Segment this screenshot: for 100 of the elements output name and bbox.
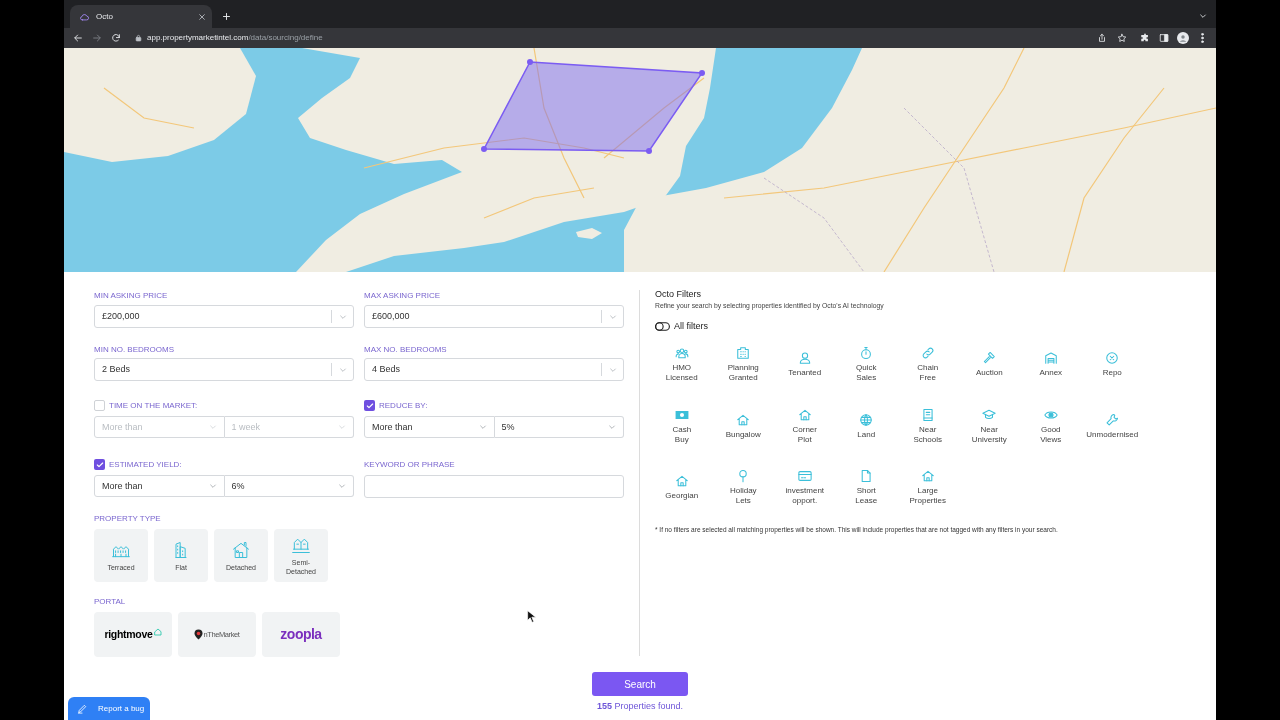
filter-option[interactable]: Bungalow: [725, 412, 761, 440]
house-icon: [674, 474, 689, 488]
house-icon: [797, 407, 812, 422]
select-field[interactable]: More than: [364, 416, 495, 438]
keyword-input[interactable]: [364, 475, 624, 498]
lock-icon: [135, 34, 142, 42]
stopwatch-icon: [859, 346, 874, 360]
filter-option[interactable]: Large Properties: [909, 469, 946, 506]
panel-title: Octo Filters: [655, 289, 702, 300]
share-icon[interactable]: [1097, 33, 1107, 43]
chevron-down-icon[interactable]: [1199, 12, 1207, 20]
avatar-icon[interactable]: [1177, 32, 1189, 44]
sidebar-icon[interactable]: [1159, 33, 1169, 43]
close-icon[interactable]: [198, 12, 206, 21]
field-label: MAX NO. BEDROOMS: [364, 345, 448, 355]
address-bar-url[interactable]: app.propertymarketintel.com/data/sourcing/define: [147, 33, 323, 43]
filter-option[interactable]: Short Lease: [855, 469, 878, 506]
checkbox[interactable]: [94, 400, 105, 411]
cloud-icon: [79, 11, 90, 22]
select-field[interactable]: £600,000: [364, 305, 624, 328]
link-icon: [920, 346, 935, 360]
close-circle-icon: [1105, 351, 1120, 365]
puzzle-icon[interactable]: [1140, 33, 1150, 43]
filter-option[interactable]: Annex: [1039, 351, 1063, 378]
filter-option[interactable]: Holiday Lets: [729, 469, 757, 506]
wrench-icon: [1105, 412, 1120, 427]
building-icon: [736, 346, 751, 360]
chevron-down-icon: [338, 482, 346, 490]
chevron-down-icon: [608, 423, 616, 431]
filter-option[interactable]: Georgian: [665, 474, 699, 501]
plus-icon[interactable]: [222, 12, 231, 21]
portal-option[interactable]: zoopla: [262, 612, 340, 657]
filter-option[interactable]: Auction: [975, 351, 1003, 378]
reload-icon[interactable]: [111, 33, 121, 43]
map-pin-icon: [194, 629, 204, 640]
chevron-down-icon: [478, 423, 487, 431]
filter-option[interactable]: Repo: [1102, 351, 1122, 378]
portal-option[interactable]: rightmove: [94, 612, 172, 657]
select-field[interactable]: 2 Beds: [94, 358, 354, 381]
house-icon: [736, 412, 751, 427]
house-outline-icon: [153, 628, 162, 636]
field-label: ESTIMATED YIELD:: [109, 459, 182, 470]
browser-tab[interactable]: Octo: [70, 5, 212, 28]
polygon-vertex-handle[interactable]: [527, 59, 533, 65]
checkbox[interactable]: [364, 400, 375, 411]
field-label: MIN ASKING PRICE: [94, 291, 169, 301]
select-field[interactable]: £200,000: [94, 305, 354, 328]
results-count: 155 Properties found.: [596, 700, 684, 712]
filter-option[interactable]: Near Schools: [913, 407, 942, 445]
graduation-cap-icon: [982, 407, 997, 422]
checkbox[interactable]: [94, 459, 105, 470]
section-label: PROPERTY TYPE: [94, 514, 162, 524]
filter-option[interactable]: Corner Plot: [792, 407, 817, 445]
chevron-down-icon: [609, 312, 617, 321]
select-field[interactable]: More than: [94, 475, 225, 497]
chevron-down-icon: [208, 482, 217, 490]
person-icon: [797, 351, 812, 365]
field-label: REDUCE BY:: [379, 400, 428, 411]
credit-card-icon: [797, 469, 812, 483]
filter-option[interactable]: Cash Buy: [672, 407, 692, 445]
filter-option[interactable]: Planning Granted: [727, 346, 759, 383]
house-icon: [230, 539, 252, 560]
toggle-label: All filters: [674, 320, 708, 332]
document-icon: [859, 469, 874, 483]
pencil-icon: [77, 703, 88, 714]
search-button[interactable]: Search: [592, 672, 688, 696]
chevron-down-icon: [208, 423, 217, 431]
filter-option[interactable]: HMO Licensed: [665, 346, 698, 383]
filter-option[interactable]: Near University: [971, 407, 1007, 445]
select-field[interactable]: 6%: [224, 475, 354, 497]
book-icon: [920, 407, 935, 422]
polygon-vertex-handle[interactable]: [481, 146, 487, 152]
filter-option[interactable]: Tenanted: [788, 351, 822, 378]
filter-option[interactable]: investment opport.: [785, 469, 825, 506]
star-icon[interactable]: [1117, 33, 1127, 43]
polygon-vertex-handle[interactable]: [646, 148, 652, 154]
select-field[interactable]: 4 Beds: [364, 358, 624, 381]
field-label: MIN NO. BEDROOMS: [94, 345, 175, 355]
polygon-vertex-handle[interactable]: [699, 70, 705, 76]
house-icon: [920, 469, 935, 483]
filter-option[interactable]: Chain Free: [917, 346, 939, 383]
cursor-icon: [527, 610, 536, 623]
more-menu-icon[interactable]: [1201, 33, 1204, 43]
people-icon: [674, 346, 689, 360]
filter-option[interactable]: Quick Sales: [856, 346, 877, 383]
selection-polygon[interactable]: [482, 61, 704, 152]
back-arrow-icon[interactable]: [73, 33, 83, 43]
filter-option[interactable]: Unmodernised: [1086, 412, 1139, 440]
toggle-switch[interactable]: [655, 321, 670, 331]
filter-option[interactable]: Good Views: [1040, 407, 1062, 445]
chevron-down-icon: [338, 423, 346, 431]
chevron-down-icon: [609, 365, 617, 374]
field-label: KEYWORD OR PHRASE: [364, 459, 455, 470]
chevron-down-icon: [339, 365, 347, 374]
section-label: PORTAL: [94, 597, 127, 607]
garage-icon: [1043, 351, 1058, 365]
report-bug-button[interactable]: Report a bug: [68, 697, 150, 720]
filter-option[interactable]: Land: [857, 412, 876, 440]
gavel-icon: [982, 351, 997, 365]
select-field[interactable]: 5%: [494, 416, 624, 438]
